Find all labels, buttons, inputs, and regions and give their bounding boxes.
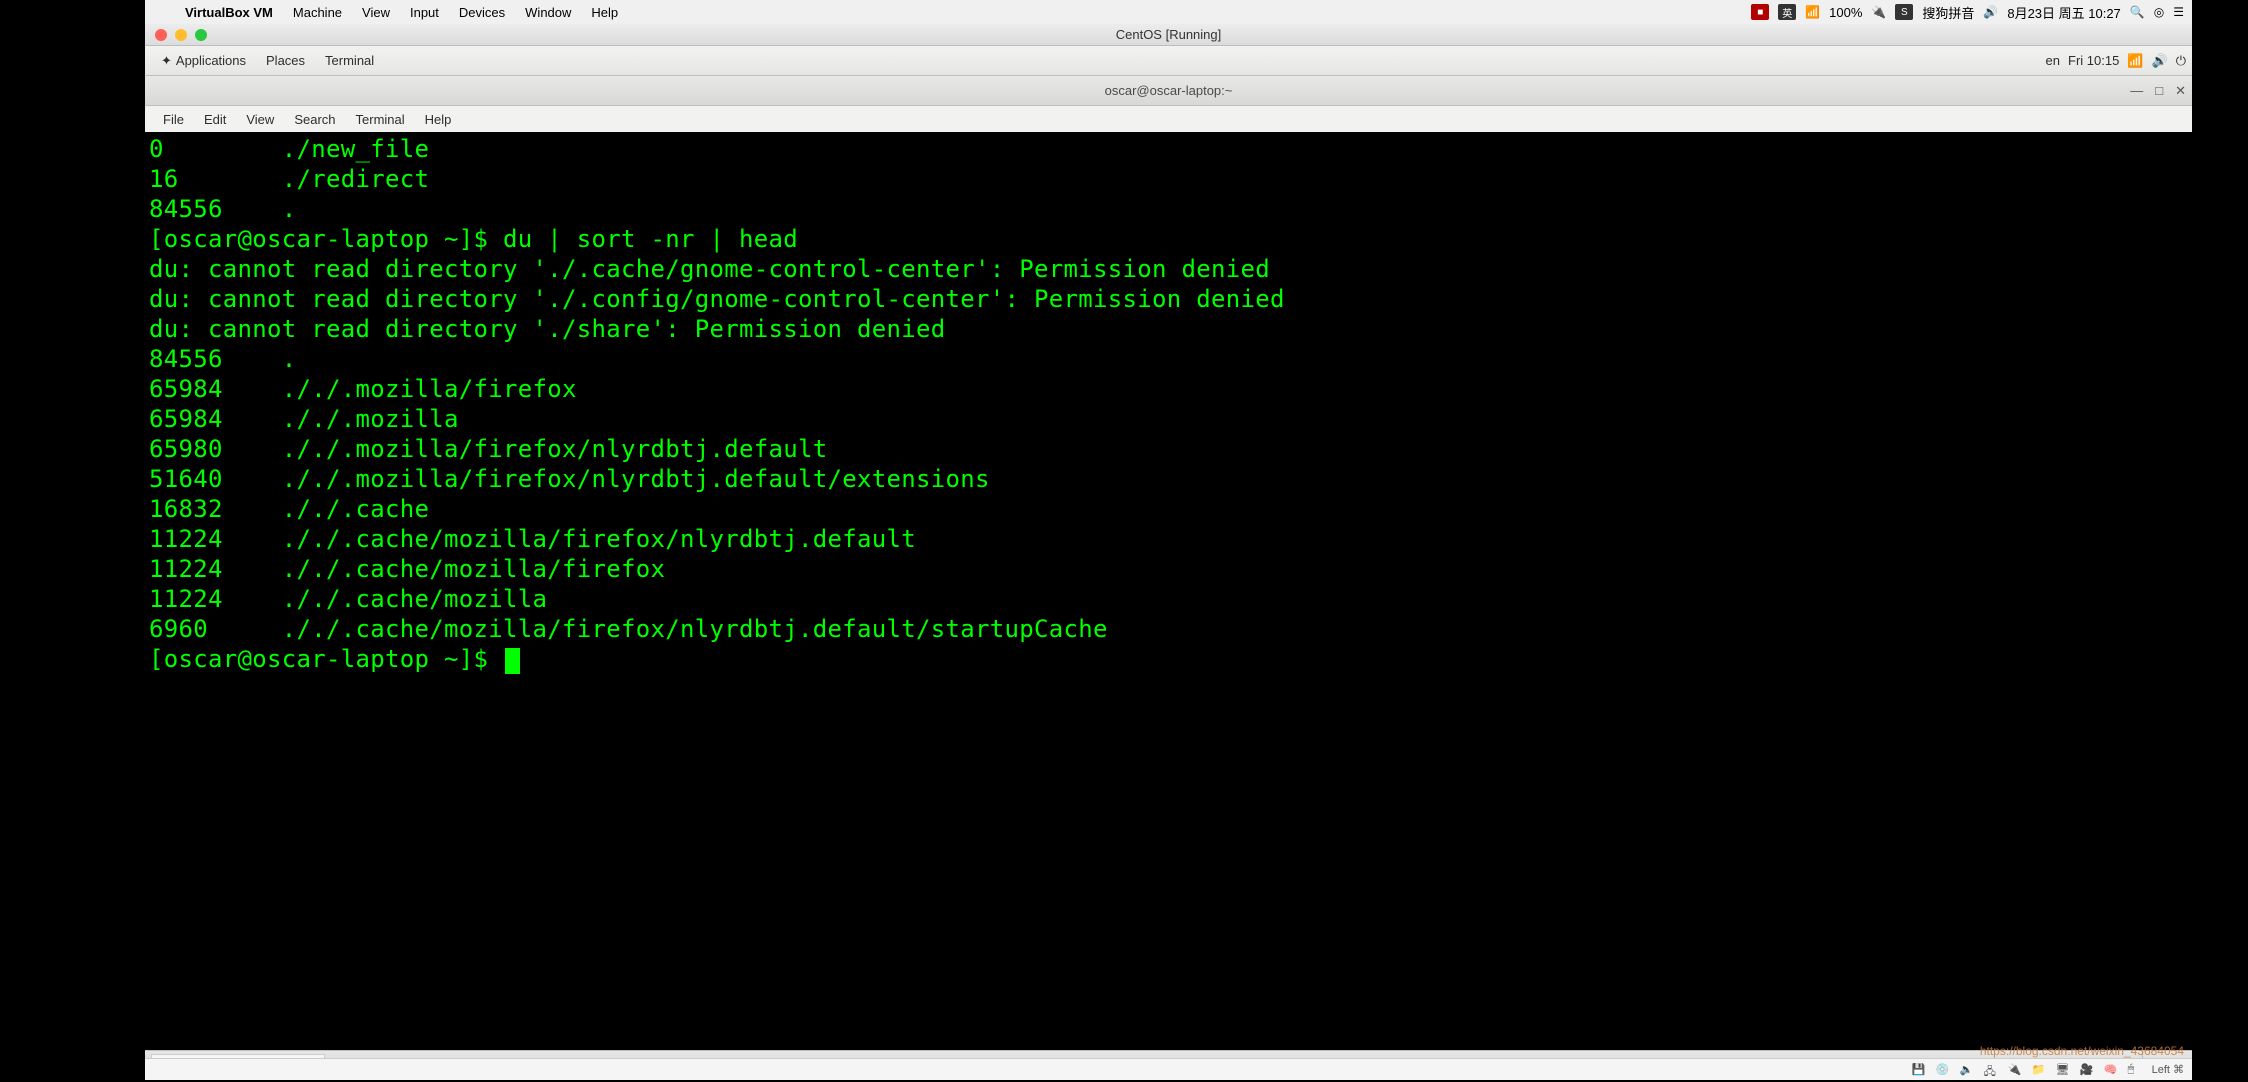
gnome-places-label: Places (266, 53, 305, 68)
vb-shared-folders-icon[interactable]: 📁 (2032, 1063, 2048, 1077)
terminal-close-button[interactable]: ✕ (2175, 83, 2186, 99)
terminal-output[interactable]: 0 ./new_file16 ./redirect84556 .[oscar@o… (145, 132, 2192, 1050)
terminal-menu-edit[interactable]: Edit (194, 112, 236, 127)
menu-input[interactable]: Input (400, 5, 449, 20)
battery-percent[interactable]: 100% (1829, 5, 1862, 20)
terminal-line: 65980 ././.mozilla/firefox/nlyrdbtj.defa… (149, 434, 2188, 464)
virtualbox-statusbar: 💾 💿 🔈 🖧 🔌 📁 🖥 🎥 🧠 🖱 Left ⌘ (145, 1058, 2192, 1080)
active-app-name[interactable]: VirtualBox VM (175, 5, 283, 20)
vb-cpu-icon[interactable]: 🧠 (2104, 1063, 2120, 1077)
gnome-active-app-label: Terminal (325, 53, 374, 68)
vb-network-icon[interactable]: 🖧 (1984, 1063, 2000, 1077)
vb-host-key: Left ⌘ (2152, 1063, 2184, 1076)
ime-name[interactable]: 搜狗拼音 (1922, 3, 1974, 22)
terminal-line: [oscar@oscar-laptop ~]$ du | sort -nr | … (149, 224, 2188, 254)
power-icon[interactable]: ⏻ (2176, 53, 2186, 69)
terminal-line: 0 ./new_file (149, 134, 2188, 164)
terminal-line: du: cannot read directory './.config/gno… (149, 284, 2188, 314)
menu-devices[interactable]: Devices (449, 5, 515, 20)
terminal-menu-search[interactable]: Search (284, 112, 345, 127)
network-icon[interactable]: 📶 (2127, 53, 2143, 69)
terminal-line: 11224 ././.cache/mozilla (149, 584, 2188, 614)
terminal-titlebar: oscar@oscar-laptop:~ — □ ✕ (145, 76, 2192, 106)
mac-date-time[interactable]: 8月23日 周五 10:27 (2007, 3, 2120, 22)
terminal-menu-file[interactable]: File (153, 112, 194, 127)
terminal-line: 16832 ././.cache (149, 494, 2188, 524)
terminal-line: du: cannot read directory './share': Per… (149, 314, 2188, 344)
gnome-lang-indicator[interactable]: en (2046, 53, 2060, 68)
vm-window: CentOS [Running] ✦ Applications Places Te… (145, 24, 2192, 1080)
terminal-menu-help[interactable]: Help (415, 112, 462, 127)
terminal-line: 11224 ././.cache/mozilla/firefox/nlyrdbt… (149, 524, 2188, 554)
gnome-applications-label: Applications (176, 53, 246, 68)
indicator-dark-icon[interactable]: 英 (1778, 4, 1796, 20)
menu-help[interactable]: Help (581, 5, 628, 20)
notification-center-icon[interactable]: ☰ (2173, 5, 2184, 19)
sogou-icon[interactable]: S (1895, 4, 1913, 20)
vm-titlebar: CentOS [Running] (145, 24, 2192, 46)
terminal-line: 6960 ././.cache/mozilla/firefox/nlyrdbtj… (149, 614, 2188, 644)
terminal-line: du: cannot read directory './.cache/gnom… (149, 254, 2188, 284)
gnome-topbar: ✦ Applications Places Terminal en Fri 10:… (145, 46, 2192, 76)
gnome-places-menu[interactable]: Places (256, 53, 315, 68)
vb-hdd-icon[interactable]: 💾 (1912, 1063, 1928, 1077)
indicator-red-icon[interactable]: ■ (1751, 4, 1769, 20)
gnome-applications-menu[interactable]: ✦ Applications (151, 53, 256, 69)
terminal-line: 51640 ././.mozilla/firefox/nlyrdbtj.defa… (149, 464, 2188, 494)
menu-machine[interactable]: Machine (283, 5, 352, 20)
vb-audio-icon[interactable]: 🔈 (1960, 1063, 1976, 1077)
vm-window-title: CentOS [Running] (145, 27, 2192, 42)
spotlight-icon[interactable]: 🔍 (2130, 5, 2145, 19)
battery-icon: 🔌 (1871, 5, 1886, 19)
volume-icon[interactable]: 🔊 (1983, 5, 1998, 19)
vb-optical-icon[interactable]: 💿 (1936, 1063, 1952, 1077)
terminal-line: 65984 ././.mozilla (149, 404, 2188, 434)
gnome-datetime[interactable]: Fri 10:15 (2068, 53, 2119, 68)
terminal-menu-terminal[interactable]: Terminal (346, 112, 415, 127)
terminal-window: oscar@oscar-laptop:~ — □ ✕ File Edit Vie… (145, 76, 2192, 1050)
wifi-icon[interactable]: 📶 (1805, 5, 1820, 19)
terminal-maximize-button[interactable]: □ (2155, 83, 2163, 99)
terminal-line: 84556 . (149, 344, 2188, 374)
vb-usb-icon[interactable]: 🔌 (2008, 1063, 2024, 1077)
terminal-cursor (505, 648, 520, 674)
vb-mouse-icon[interactable]: 🖱 (2128, 1063, 2144, 1077)
watermark-text: https://blog.csdn.net/weixin_43684054 (1980, 1044, 2184, 1058)
volume-icon[interactable]: 🔊 (2152, 53, 2168, 69)
terminal-line: 16 ./redirect (149, 164, 2188, 194)
gnome-active-app[interactable]: Terminal (315, 53, 384, 68)
menu-view[interactable]: View (352, 5, 400, 20)
terminal-menubar: File Edit View Search Terminal Help (145, 106, 2192, 132)
vb-recording-icon[interactable]: 🎥 (2080, 1063, 2096, 1077)
applications-icon: ✦ (161, 53, 172, 69)
terminal-minimize-button[interactable]: — (2130, 83, 2143, 99)
vb-display-icon[interactable]: 🖥 (2056, 1063, 2072, 1077)
terminal-line: 65984 ././.mozilla/firefox (149, 374, 2188, 404)
terminal-line: 84556 . (149, 194, 2188, 224)
siri-icon[interactable]: ◎ (2154, 5, 2164, 19)
terminal-title: oscar@oscar-laptop:~ (145, 83, 2192, 98)
menu-window[interactable]: Window (515, 5, 581, 20)
mac-menubar: VirtualBox VM Machine View Input Devices… (145, 0, 2192, 24)
terminal-prompt[interactable]: [oscar@oscar-laptop ~]$ (149, 644, 2188, 674)
terminal-line: 11224 ././.cache/mozilla/firefox (149, 554, 2188, 584)
terminal-menu-view[interactable]: View (236, 112, 284, 127)
